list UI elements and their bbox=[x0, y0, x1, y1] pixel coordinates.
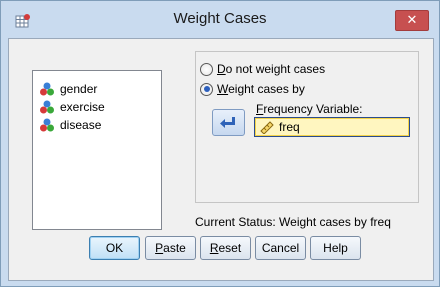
radio-checked-icon[interactable] bbox=[200, 82, 213, 96]
weight-cases-by-label: Weight cases by bbox=[217, 82, 305, 96]
do-not-weight-radio[interactable]: Do not weight cases bbox=[200, 62, 325, 76]
ok-button[interactable]: OK bbox=[89, 236, 140, 260]
close-icon: ✕ bbox=[406, 12, 418, 27]
help-button[interactable]: Help bbox=[310, 236, 361, 260]
nominal-variable-icon bbox=[40, 82, 54, 96]
variable-label: gender bbox=[60, 82, 98, 96]
arrow-left-icon bbox=[220, 117, 235, 128]
frequency-variable-value: freq bbox=[279, 120, 300, 134]
weight-options-group: Do not weight cases Weight cases by Freq… bbox=[195, 51, 419, 203]
radio-unchecked-icon[interactable] bbox=[200, 62, 213, 76]
do-not-weight-label: Do not weight cases bbox=[217, 62, 326, 76]
weight-cases-dialog: Weight Cases ✕ gender exercise disease D… bbox=[0, 0, 440, 287]
scale-variable-icon bbox=[260, 121, 274, 134]
nominal-variable-icon bbox=[40, 118, 54, 132]
move-variable-button[interactable] bbox=[212, 109, 245, 136]
paste-button[interactable]: Paste bbox=[145, 236, 196, 260]
cancel-button[interactable]: Cancel bbox=[255, 236, 306, 260]
list-item[interactable]: disease bbox=[39, 117, 101, 133]
variable-label: exercise bbox=[60, 100, 105, 114]
list-item[interactable]: exercise bbox=[39, 99, 105, 115]
variable-label: disease bbox=[60, 118, 102, 132]
title-bar[interactable]: Weight Cases ✕ bbox=[1, 1, 439, 37]
dialog-body: gender exercise disease Do not weight ca… bbox=[8, 38, 434, 281]
variable-list[interactable]: gender exercise disease bbox=[32, 70, 162, 230]
nominal-variable-icon bbox=[40, 100, 54, 114]
current-status-text: Current Status: Weight cases by freq bbox=[195, 215, 391, 229]
close-button[interactable]: ✕ bbox=[395, 10, 429, 31]
frequency-variable-field[interactable]: freq bbox=[254, 117, 410, 137]
list-item[interactable]: gender bbox=[39, 81, 97, 97]
dialog-title: Weight Cases bbox=[173, 10, 267, 27]
frequency-variable-label: Frequency Variable: bbox=[256, 102, 363, 116]
weight-cases-by-radio[interactable]: Weight cases by bbox=[200, 82, 305, 96]
reset-button[interactable]: Reset bbox=[200, 236, 251, 260]
